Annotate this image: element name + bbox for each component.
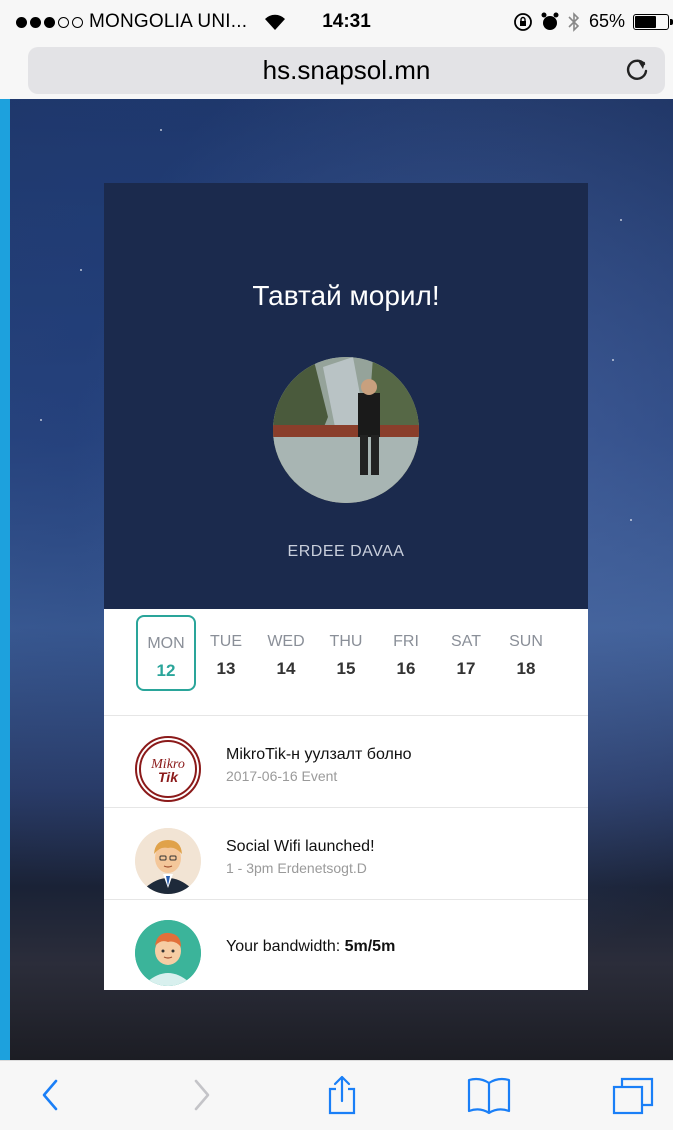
- battery-fill: [635, 15, 656, 28]
- address-bar[interactable]: hs.snapsol.mn: [28, 47, 665, 94]
- day-name: FRI: [393, 633, 419, 650]
- browser-chrome: hs.snapsol.mn: [0, 44, 673, 99]
- status-bar: MONGOLIA UNI... 14:31 65%: [0, 0, 673, 44]
- status-right: 65%: [513, 11, 673, 32]
- day-name: MON: [147, 635, 185, 652]
- day-number: 15: [336, 659, 356, 678]
- day-tue[interactable]: TUE 13: [196, 615, 256, 691]
- card-header: Тавтай морил! ERDEE DAVAA: [104, 183, 588, 609]
- item-title: Your bandwidth: 5m/5m: [226, 938, 395, 956]
- businessman-avatar-icon: [135, 828, 201, 894]
- welcome-card: Тавтай морил! ERDEE DAVAA MON 12 TUE 13 …: [104, 183, 588, 990]
- list-item-bandwidth[interactable]: Your bandwidth: 5m/5m: [104, 899, 588, 989]
- url-text: hs.snapsol.mn: [262, 55, 431, 85]
- item-title: Social Wifi launched!: [226, 838, 375, 855]
- day-fri[interactable]: FRI 16: [376, 615, 436, 691]
- browser-toolbar: [0, 1060, 673, 1130]
- week-day-picker: MON 12 TUE 13 WED 14 THU 15 FRI 16 SAT 1…: [136, 615, 556, 714]
- logo-text-tik: Tik: [158, 769, 179, 785]
- battery-icon: [633, 13, 673, 30]
- day-sat[interactable]: SAT 17: [436, 615, 496, 691]
- item-subtitle: 1 - 3pm Erdenetsogt.D: [226, 860, 367, 876]
- tabs-icon[interactable]: [610, 1075, 656, 1115]
- item-title: MikroTik-н уулзалт болно: [226, 746, 412, 763]
- day-name: SAT: [451, 633, 481, 650]
- list-item-social-wifi[interactable]: Social Wifi launched! 1 - 3pm Erdenetsog…: [104, 807, 588, 899]
- day-thu[interactable]: THU 15: [316, 615, 376, 691]
- day-number: 14: [276, 659, 296, 678]
- day-name: WED: [267, 633, 305, 650]
- bluetooth-icon: [568, 11, 580, 32]
- list-item-mikrotik[interactable]: Mikro Tik MikroTik-н уулзалт болно 2017-…: [104, 715, 588, 807]
- alarm-icon: [541, 12, 559, 30]
- rotation-lock-icon: [514, 12, 532, 31]
- reload-icon[interactable]: [621, 54, 653, 86]
- forward-icon[interactable]: [180, 1075, 220, 1115]
- share-icon[interactable]: [322, 1075, 362, 1115]
- greeting-title: Тавтай морил!: [252, 280, 440, 311]
- day-name: TUE: [210, 633, 242, 650]
- day-name: SUN: [509, 633, 543, 650]
- mikrotik-logo: Mikro Tik: [135, 736, 201, 802]
- edge-strip: [0, 99, 10, 1060]
- bookmarks-icon[interactable]: [466, 1075, 512, 1115]
- bandwidth-label: Your bandwidth:: [226, 938, 345, 955]
- web-content: Тавтай морил! ERDEE DAVAA MON 12 TUE 13 …: [0, 99, 673, 1060]
- day-number: 13: [216, 659, 236, 678]
- day-mon[interactable]: MON 12: [136, 615, 196, 691]
- day-number: 12: [156, 661, 176, 680]
- user-name: ERDEE DAVAA: [287, 543, 405, 560]
- day-wed[interactable]: WED 14: [256, 615, 316, 691]
- item-subtitle: 2017-06-16 Event: [226, 768, 338, 784]
- feed-list: Mikro Tik MikroTik-н уулзалт болно 2017-…: [104, 715, 588, 989]
- user-avatar: [273, 357, 419, 503]
- card-body: MON 12 TUE 13 WED 14 THU 15 FRI 16 SAT 1…: [104, 609, 588, 990]
- battery-percent: 65%: [588, 11, 625, 31]
- day-name: THU: [329, 633, 363, 650]
- bandwidth-value: 5m/5m: [344, 938, 396, 955]
- day-number: 16: [396, 659, 416, 678]
- day-sun[interactable]: SUN 18: [496, 615, 556, 691]
- day-number: 17: [456, 659, 476, 678]
- day-number: 18: [516, 659, 536, 678]
- user-boy-icon: [135, 920, 201, 986]
- back-icon[interactable]: [32, 1075, 72, 1115]
